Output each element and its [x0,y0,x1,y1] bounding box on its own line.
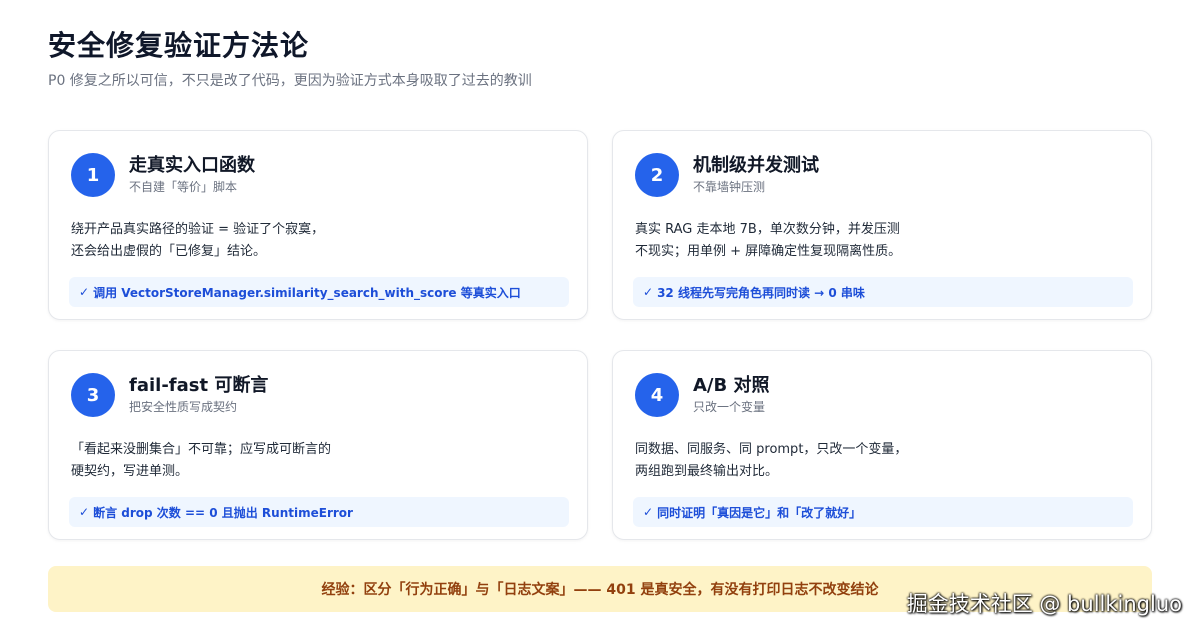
card-title: fail-fast 可断言 [129,375,269,396]
card-subtitle: 不靠墙钟压测 [693,180,766,194]
description-line: 真实 RAG 走本地 7B，单次数分钟，并发压测 [635,222,900,237]
card-description: 同数据、同服务、同 prompt，只改一个变量， 两组跑到最终输出对比。 [635,439,1131,483]
verification-pill: ✓ 调用 VectorStoreManager.similarity_searc… [69,277,569,307]
step-number-badge: 2 [635,153,679,197]
verification-pill: ✓ 断言 drop 次数 == 0 且抛出 RuntimeError [69,497,569,527]
method-card-4: 4 A/B 对照 只改一个变量 同数据、同服务、同 prompt，只改一个变量，… [612,350,1152,540]
step-number-badge: 3 [71,373,115,417]
card-description: 真实 RAG 走本地 7B，单次数分钟，并发压测 不现实；用单例 + 屏障确定性… [635,219,1131,263]
card-description: 绕开产品真实路径的验证 = 验证了个寂寞， 还会给出虚假的「已修复」结论。 [71,219,567,263]
page-subtitle: P0 修复之所以可信，不只是改了代码，更因为验证方式本身吸取了过去的教训 [48,73,532,89]
verification-pill: ✓ 32 线程先写完角色再同时读 → 0 串味 [633,277,1133,307]
card-title: A/B 对照 [693,375,770,396]
card-subtitle: 把安全性质写成契约 [129,400,238,414]
method-card-1: 1 走真实入口函数 不自建「等价」脚本 绕开产品真实路径的验证 = 验证了个寂寞… [48,130,588,320]
check-icon: ✓ [643,285,654,299]
verification-text: 调用 VectorStoreManager.similarity_search_… [93,285,521,300]
description-line: 硬契约，写进单测。 [71,464,189,479]
description-line: 绕开产品真实路径的验证 = 验证了个寂寞， [71,222,325,237]
page: 安全修复验证方法论 P0 修复之所以可信，不只是改了代码，更因为验证方式本身吸取… [0,0,1200,640]
step-number-badge: 4 [635,373,679,417]
step-number-badge: 1 [71,153,115,197]
method-card-2: 2 机制级并发测试 不靠墙钟压测 真实 RAG 走本地 7B，单次数分钟，并发压… [612,130,1152,320]
verification-text: 断言 drop 次数 == 0 且抛出 RuntimeError [93,505,353,520]
verification-text: 32 线程先写完角色再同时读 → 0 串味 [657,285,865,300]
card-description: 「看起来没删集合」不可靠；应写成可断言的 硬契约，写进单测。 [71,439,567,483]
check-icon: ✓ [79,285,90,299]
verification-pill: ✓ 同时证明「真因是它」和「改了就好」 [633,497,1133,527]
verification-text: 同时证明「真因是它」和「改了就好」 [657,505,862,520]
method-card-3: 3 fail-fast 可断言 把安全性质写成契约 「看起来没删集合」不可靠；应… [48,350,588,540]
description-line: 同数据、同服务、同 prompt，只改一个变量， [635,442,908,457]
description-line: 两组跑到最终输出对比。 [635,464,779,479]
check-icon: ✓ [79,505,90,519]
page-title: 安全修复验证方法论 [48,29,310,62]
card-subtitle: 只改一个变量 [693,400,766,414]
description-line: 「看起来没删集合」不可靠；应写成可断言的 [71,442,332,457]
card-title: 机制级并发测试 [693,155,819,176]
check-icon: ✓ [643,505,654,519]
card-title: 走真实入口函数 [129,155,255,176]
description-line: 还会给出虚假的「已修复」结论。 [71,244,267,259]
description-line: 不现实；用单例 + 屏障确定性复现隔离性质。 [635,244,902,259]
site-watermark: 掘金技术社区 @ bullkingluo [906,592,1182,616]
card-subtitle: 不自建「等价」脚本 [129,180,238,194]
